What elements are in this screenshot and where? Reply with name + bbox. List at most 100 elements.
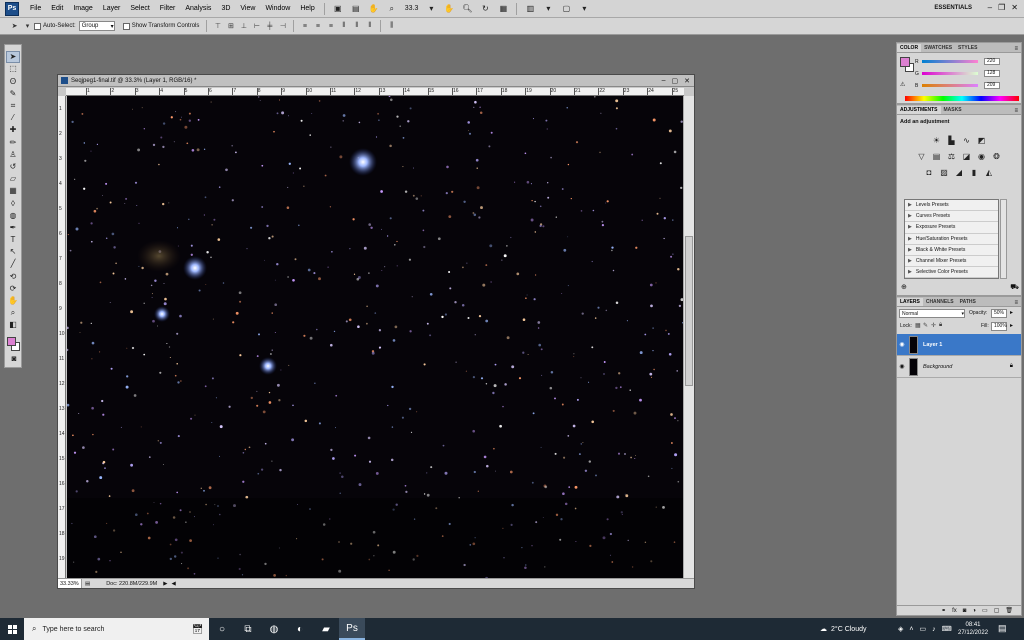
zoom-level[interactable]: 33.3 bbox=[401, 5, 423, 12]
zoom-tool-icon[interactable]: ⌕ bbox=[385, 3, 399, 15]
hand-icon[interactable]: ✋ bbox=[442, 3, 456, 15]
tab-paths[interactable]: PATHS bbox=[957, 298, 979, 306]
tray-app-icon[interactable]: ◈ bbox=[898, 625, 903, 633]
menu-filter[interactable]: Filter bbox=[155, 5, 181, 12]
green-channel-slider[interactable] bbox=[922, 72, 978, 75]
quick-mask-icon[interactable]: ◙ bbox=[7, 353, 21, 365]
menu-window[interactable]: Window bbox=[260, 5, 295, 12]
new-group-icon[interactable]: ▭ bbox=[982, 607, 988, 614]
distribute-bottom-icon[interactable]: ≡ bbox=[326, 22, 335, 31]
menu-3d[interactable]: 3D bbox=[216, 5, 235, 12]
shape-tool-icon[interactable]: ╱ bbox=[6, 258, 20, 270]
blue-channel-value[interactable]: 209 bbox=[984, 82, 1000, 89]
zoom-percentage-field[interactable]: 33.33% bbox=[58, 579, 82, 588]
color-balance-icon[interactable]: ⚖ bbox=[946, 151, 957, 161]
grid-icon[interactable]: ▦ bbox=[496, 3, 510, 15]
quick-select-tool-icon[interactable]: ✎ bbox=[6, 88, 20, 100]
layer-row-layer-1[interactable]: ◉ Layer 1 bbox=[897, 334, 1021, 356]
add-mask-icon[interactable]: ◙ bbox=[963, 608, 967, 614]
selective-color-icon[interactable]: ◭ bbox=[984, 167, 995, 177]
opacity-field[interactable]: 50% bbox=[991, 309, 1007, 318]
chevron-down-icon[interactable]: ▾ bbox=[541, 3, 555, 15]
out-of-gamut-warning-icon[interactable]: ⚠ bbox=[900, 81, 905, 88]
gradient-tool-icon[interactable]: ▦ bbox=[6, 185, 20, 197]
distribute-vcenter-icon[interactable]: ≡ bbox=[313, 22, 322, 31]
color-spectrum-bar[interactable] bbox=[905, 96, 1019, 101]
gradient-map-icon[interactable]: ▮ bbox=[969, 167, 980, 177]
panel-menu-icon[interactable]: ≡ bbox=[1014, 46, 1018, 52]
edge-icon[interactable]: ◐ bbox=[287, 618, 313, 640]
taskbar-search[interactable]: ⌕ Type here to search 📅︎ bbox=[24, 618, 209, 640]
preset-item-levels[interactable]: ▶ Levels Presets bbox=[905, 200, 998, 212]
lock-transparency-icon[interactable]: ▦ bbox=[915, 322, 921, 329]
auto-align-icon[interactable]: ⫼ bbox=[387, 22, 396, 31]
panel-menu-icon[interactable]: ≡ bbox=[1014, 108, 1018, 114]
tab-styles[interactable]: STYLES bbox=[955, 44, 980, 52]
menu-analysis[interactable]: Analysis bbox=[180, 5, 216, 12]
red-channel-slider[interactable] bbox=[922, 60, 978, 63]
close-icon[interactable]: ✕ bbox=[684, 77, 690, 85]
new-adjustment-icon[interactable]: ◑ bbox=[972, 608, 976, 614]
blend-mode-dropdown[interactable]: Normal ▾ bbox=[899, 309, 965, 318]
blue-channel-slider[interactable] bbox=[922, 84, 978, 87]
close-icon[interactable]: ✕ bbox=[1011, 3, 1018, 12]
dodge-tool-icon[interactable]: ◍ bbox=[6, 209, 20, 221]
minimize-icon[interactable]: – bbox=[988, 3, 992, 12]
menu-layer[interactable]: Layer bbox=[98, 5, 126, 12]
presets-scrollbar[interactable] bbox=[1000, 199, 1007, 279]
curves-icon[interactable]: ∿ bbox=[961, 135, 972, 145]
status-menu-arrow-icon[interactable]: ▶ bbox=[163, 581, 167, 587]
tab-layers[interactable]: LAYERS bbox=[897, 298, 923, 306]
network-icon[interactable]: ▭ bbox=[919, 625, 926, 633]
align-top-icon[interactable]: ⊤ bbox=[213, 22, 222, 31]
task-view-icon[interactable]: ⧉ bbox=[235, 618, 261, 640]
zoom-tool-icon[interactable]: ⌕ bbox=[6, 307, 20, 319]
volume-icon[interactable]: ♪ bbox=[932, 626, 936, 633]
brightness-contrast-icon[interactable]: ☀ bbox=[931, 135, 942, 145]
posterize-icon[interactable]: ▨ bbox=[939, 167, 950, 177]
default-colors-icon[interactable]: ◧ bbox=[6, 319, 20, 331]
vertical-scrollbar[interactable] bbox=[683, 96, 694, 579]
brush-tool-icon[interactable]: ✏ bbox=[6, 136, 20, 148]
align-vcenter-icon[interactable]: ⊞ bbox=[226, 22, 235, 31]
preset-item-hue-saturation[interactable]: ▶ Hue/Saturation Presets bbox=[905, 234, 998, 245]
tab-swatches[interactable]: SWATCHES bbox=[921, 44, 955, 52]
history-brush-tool-icon[interactable]: ↺ bbox=[6, 161, 20, 173]
menu-image[interactable]: Image bbox=[68, 5, 97, 12]
menu-file[interactable]: File bbox=[25, 5, 46, 12]
firefox-icon[interactable]: ◍ bbox=[261, 618, 287, 640]
exposure-icon[interactable]: ◩ bbox=[976, 135, 987, 145]
image-canvas[interactable] bbox=[67, 96, 684, 580]
document-title-bar[interactable]: Seqjpeg1-final.tif @ 33.3% (Layer 1, RGB… bbox=[58, 75, 694, 87]
weather-widget[interactable]: ☁ 2°C Cloudy bbox=[820, 618, 866, 640]
pen-tool-icon[interactable]: ✒ bbox=[6, 222, 20, 234]
menu-edit[interactable]: Edit bbox=[46, 5, 68, 12]
eyedropper-tool-icon[interactable]: ⁄ bbox=[6, 112, 20, 124]
3d-orbit-tool-icon[interactable]: ⟳ bbox=[6, 283, 20, 295]
chevron-down-icon[interactable]: ▾ bbox=[577, 3, 591, 15]
horizontal-ruler[interactable]: 1 2 3 4 5 6 7 8 9 10 11 12 13 14 15 16 17 18 19 20 21 22 23 24 2… bbox=[66, 88, 684, 96]
delete-layer-icon[interactable]: 🗑︎ bbox=[1005, 607, 1013, 614]
hue-saturation-icon[interactable]: ▤ bbox=[931, 151, 942, 161]
hand-tool-icon[interactable]: ✋ bbox=[367, 3, 381, 15]
layer-name[interactable]: Layer 1 bbox=[923, 342, 942, 348]
visibility-eye-icon[interactable]: ◉ bbox=[897, 341, 907, 348]
lock-image-icon[interactable]: ✎ bbox=[923, 322, 928, 329]
clone-stamp-tool-icon[interactable]: ♙ bbox=[6, 149, 20, 161]
marquee-tool-icon[interactable]: ⬚ bbox=[6, 63, 20, 75]
crop-tool-icon[interactable]: ⌗ bbox=[6, 100, 20, 112]
minimize-icon[interactable]: – bbox=[662, 77, 666, 85]
status-info-icon[interactable]: ▤ bbox=[85, 581, 90, 587]
rotate-view-icon[interactable]: ↻ bbox=[478, 3, 492, 15]
blur-tool-icon[interactable]: ◊ bbox=[6, 197, 20, 209]
panel-menu-icon[interactable]: ≡ bbox=[1014, 300, 1018, 306]
zoom-icon[interactable]: 🔍︎ bbox=[460, 3, 474, 15]
move-tool-icon[interactable]: ➤ bbox=[10, 22, 19, 31]
eraser-tool-icon[interactable]: ▱ bbox=[6, 173, 20, 185]
file-explorer-icon[interactable]: ▰ bbox=[313, 618, 339, 640]
cortana-icon[interactable]: ○ bbox=[209, 618, 235, 640]
show-transform-checkbox[interactable] bbox=[122, 22, 130, 30]
preset-item-selective-color[interactable]: ▶ Selective Color Presets bbox=[905, 267, 998, 278]
lasso-tool-icon[interactable]: ʘ bbox=[6, 75, 20, 87]
preset-item-exposure[interactable]: ▶ Exposure Presets bbox=[905, 222, 998, 234]
